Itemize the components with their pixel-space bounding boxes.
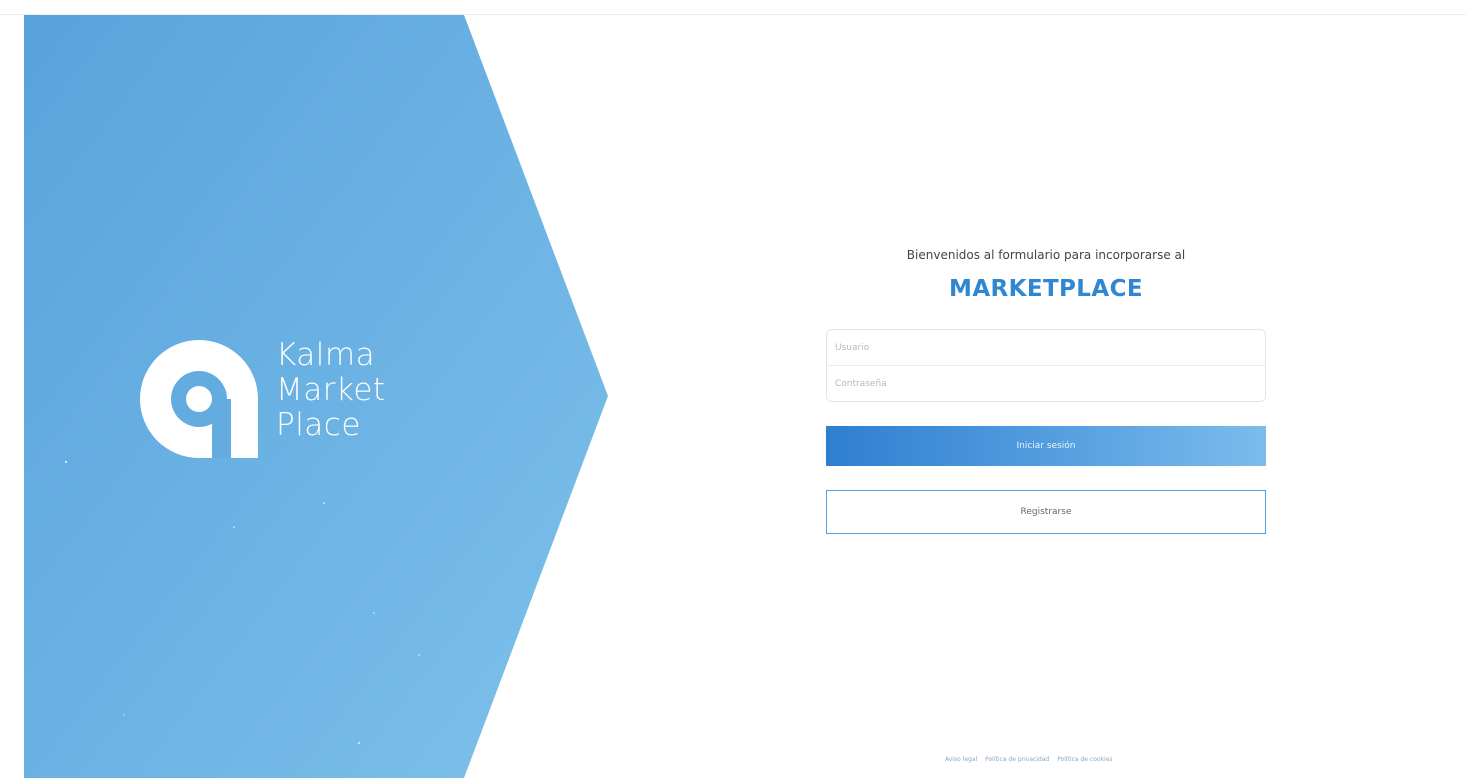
footer-link-legal[interactable]: Aviso legal xyxy=(945,756,977,763)
welcome-text: Bienvenidos al formulario para incorpora… xyxy=(906,248,1186,262)
register-button[interactable]: Registrarse xyxy=(826,490,1266,534)
page-title: MARKETPLACE xyxy=(949,276,1143,302)
brand-line-2: Market xyxy=(276,372,386,408)
credentials-group xyxy=(826,329,1266,402)
login-form: Bienvenidos al formulario para incorpora… xyxy=(826,240,1266,534)
password-input[interactable] xyxy=(827,366,1265,401)
brand-line-3: Place xyxy=(276,407,361,443)
brand-line-1: Kalma xyxy=(276,337,376,373)
login-page: Kalma Market Place Bienvenidos al formul… xyxy=(0,0,1466,778)
username-input[interactable] xyxy=(827,330,1265,365)
register-button-label: Registrarse xyxy=(1020,507,1072,517)
login-button[interactable]: Iniciar sesión xyxy=(826,426,1266,466)
footer-link-cookies[interactable]: Política de cookies xyxy=(1057,756,1112,763)
login-button-label: Iniciar sesión xyxy=(1016,441,1076,451)
brand-logo: Kalma Market Place xyxy=(138,338,438,468)
top-divider xyxy=(0,0,1466,15)
kalma-a-logo-icon xyxy=(140,340,258,458)
footer-link-privacy[interactable]: Política de privacidad xyxy=(985,756,1049,763)
footer-links: Aviso legal Política de privacidad Polít… xyxy=(942,756,1116,763)
brand-name: Kalma Market Place xyxy=(276,338,386,443)
